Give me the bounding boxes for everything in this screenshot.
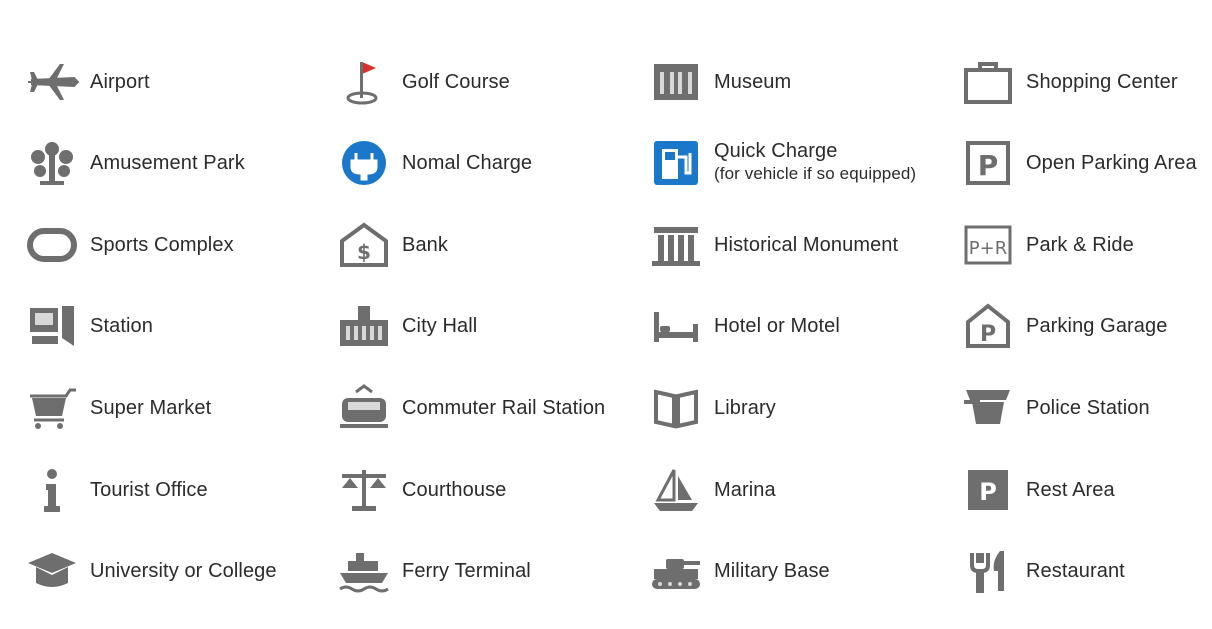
legend-label: Courthouse — [402, 479, 507, 501]
legend-item-golf-course: Golf Course — [334, 52, 634, 112]
rail-icon — [334, 382, 394, 434]
legend-label: Ferry Terminal — [402, 560, 531, 582]
legend-label: Park & Ride — [1026, 234, 1134, 256]
legend-item-super-market: Super Market — [22, 378, 322, 438]
legend-label: Quick Charge (for vehicle if so equipped… — [714, 139, 916, 185]
airplane-icon — [22, 56, 82, 108]
legend-label: Marina — [714, 479, 776, 501]
svg-text:P: P — [980, 322, 996, 347]
legend-item-station: Station — [22, 296, 322, 356]
fuel-pump-icon — [646, 137, 706, 189]
scales-icon — [334, 464, 394, 516]
monument-icon — [646, 219, 706, 271]
museum-icon — [646, 56, 706, 108]
rest-area-icon: P — [958, 464, 1018, 516]
legend-label: Historical Monument — [714, 234, 899, 256]
legend-item-historical-monument: Historical Monument — [646, 215, 946, 275]
legend-item-airport: Airport — [22, 52, 322, 112]
legend-item-nomal-charge: Nomal Charge — [334, 133, 634, 193]
legend-item-ferry-terminal: Ferry Terminal — [334, 541, 634, 601]
legend-item-hotel: Hotel or Motel — [646, 296, 946, 356]
legend-label: Military Base — [714, 560, 830, 582]
legend-item-bank: $ Bank — [334, 215, 634, 275]
parking-icon: P — [958, 137, 1018, 189]
legend-label: Parking Garage — [1026, 315, 1168, 337]
svg-text:$: $ — [357, 240, 371, 264]
plug-icon — [334, 137, 394, 189]
legend-label: Library — [714, 397, 776, 419]
legend-item-library: Library — [646, 378, 946, 438]
parking-garage-icon: P — [958, 300, 1018, 352]
legend-label: Station — [90, 315, 153, 337]
svg-text:P+R: P+R — [969, 238, 1007, 259]
legend-label: Commuter Rail Station — [402, 397, 606, 419]
legend-item-quick-charge: Quick Charge (for vehicle if so equipped… — [646, 133, 946, 193]
legend-label: Super Market — [90, 397, 212, 419]
legend-label: University or College — [90, 560, 277, 582]
legend-label: Shopping Center — [1026, 71, 1178, 93]
legend-item-courthouse: Courthouse — [334, 460, 634, 520]
legend-item-marina: Marina — [646, 460, 946, 520]
legend-label-sub: (for vehicle if so equipped) — [714, 164, 917, 183]
legend-item-restaurant: Restaurant — [958, 541, 1212, 601]
legend-label: Tourist Office — [90, 479, 208, 501]
legend-item-museum: Museum — [646, 52, 946, 112]
svg-text:P: P — [979, 478, 997, 506]
park-and-ride-icon: P+R — [958, 219, 1018, 271]
poi-legend: Airport Amusement Park Sports Complex St… — [0, 0, 1212, 629]
legend-label: Sports Complex — [90, 234, 234, 256]
legend-item-rest-area: P Rest Area — [958, 460, 1212, 520]
legend-label: Rest Area — [1026, 479, 1115, 501]
legend-item-parking-garage: P Parking Garage — [958, 296, 1212, 356]
fork-knife-icon — [958, 545, 1018, 597]
amusement-park-icon — [22, 137, 82, 189]
info-icon — [22, 464, 82, 516]
shopping-bag-icon — [958, 56, 1018, 108]
legend-item-city-hall: City Hall — [334, 296, 634, 356]
city-hall-icon — [334, 300, 394, 352]
sailboat-icon — [646, 464, 706, 516]
legend-label: Bank — [402, 234, 448, 256]
legend-item-open-parking: P Open Parking Area — [958, 133, 1212, 193]
legend-label: Restaurant — [1026, 560, 1125, 582]
legend-label: Museum — [714, 71, 792, 93]
legend-item-shopping-center: Shopping Center — [958, 52, 1212, 112]
legend-item-military-base: Military Base — [646, 541, 946, 601]
book-icon — [646, 382, 706, 434]
legend-label: Nomal Charge — [402, 152, 533, 174]
legend-label-main: Quick Charge — [714, 140, 838, 162]
legend-label: Open Parking Area — [1026, 152, 1197, 174]
legend-item-commuter-rail: Commuter Rail Station — [334, 378, 634, 438]
legend-label: City Hall — [402, 315, 478, 337]
legend-item-amusement-park: Amusement Park — [22, 133, 322, 193]
bed-icon — [646, 300, 706, 352]
legend-item-sports-complex: Sports Complex — [22, 215, 322, 275]
legend-item-tourist-office: Tourist Office — [22, 460, 322, 520]
legend-label: Golf Course — [402, 71, 510, 93]
tank-icon — [646, 545, 706, 597]
svg-text:P: P — [978, 149, 999, 182]
sports-complex-icon — [22, 219, 82, 271]
graduation-cap-icon — [22, 545, 82, 597]
ferry-icon — [334, 545, 394, 597]
legend-label: Amusement Park — [90, 152, 245, 174]
station-icon — [22, 300, 82, 352]
bank-icon: $ — [334, 219, 394, 271]
legend-label: Airport — [90, 71, 150, 93]
golf-flag-icon — [334, 56, 394, 108]
legend-item-university: University or College — [22, 541, 322, 601]
legend-item-police-station: Police Station — [958, 378, 1212, 438]
legend-label: Police Station — [1026, 397, 1150, 419]
shopping-cart-icon — [22, 382, 82, 434]
legend-label: Hotel or Motel — [714, 315, 840, 337]
legend-item-park-and-ride: P+R Park & Ride — [958, 215, 1212, 275]
police-cap-icon — [958, 382, 1018, 434]
